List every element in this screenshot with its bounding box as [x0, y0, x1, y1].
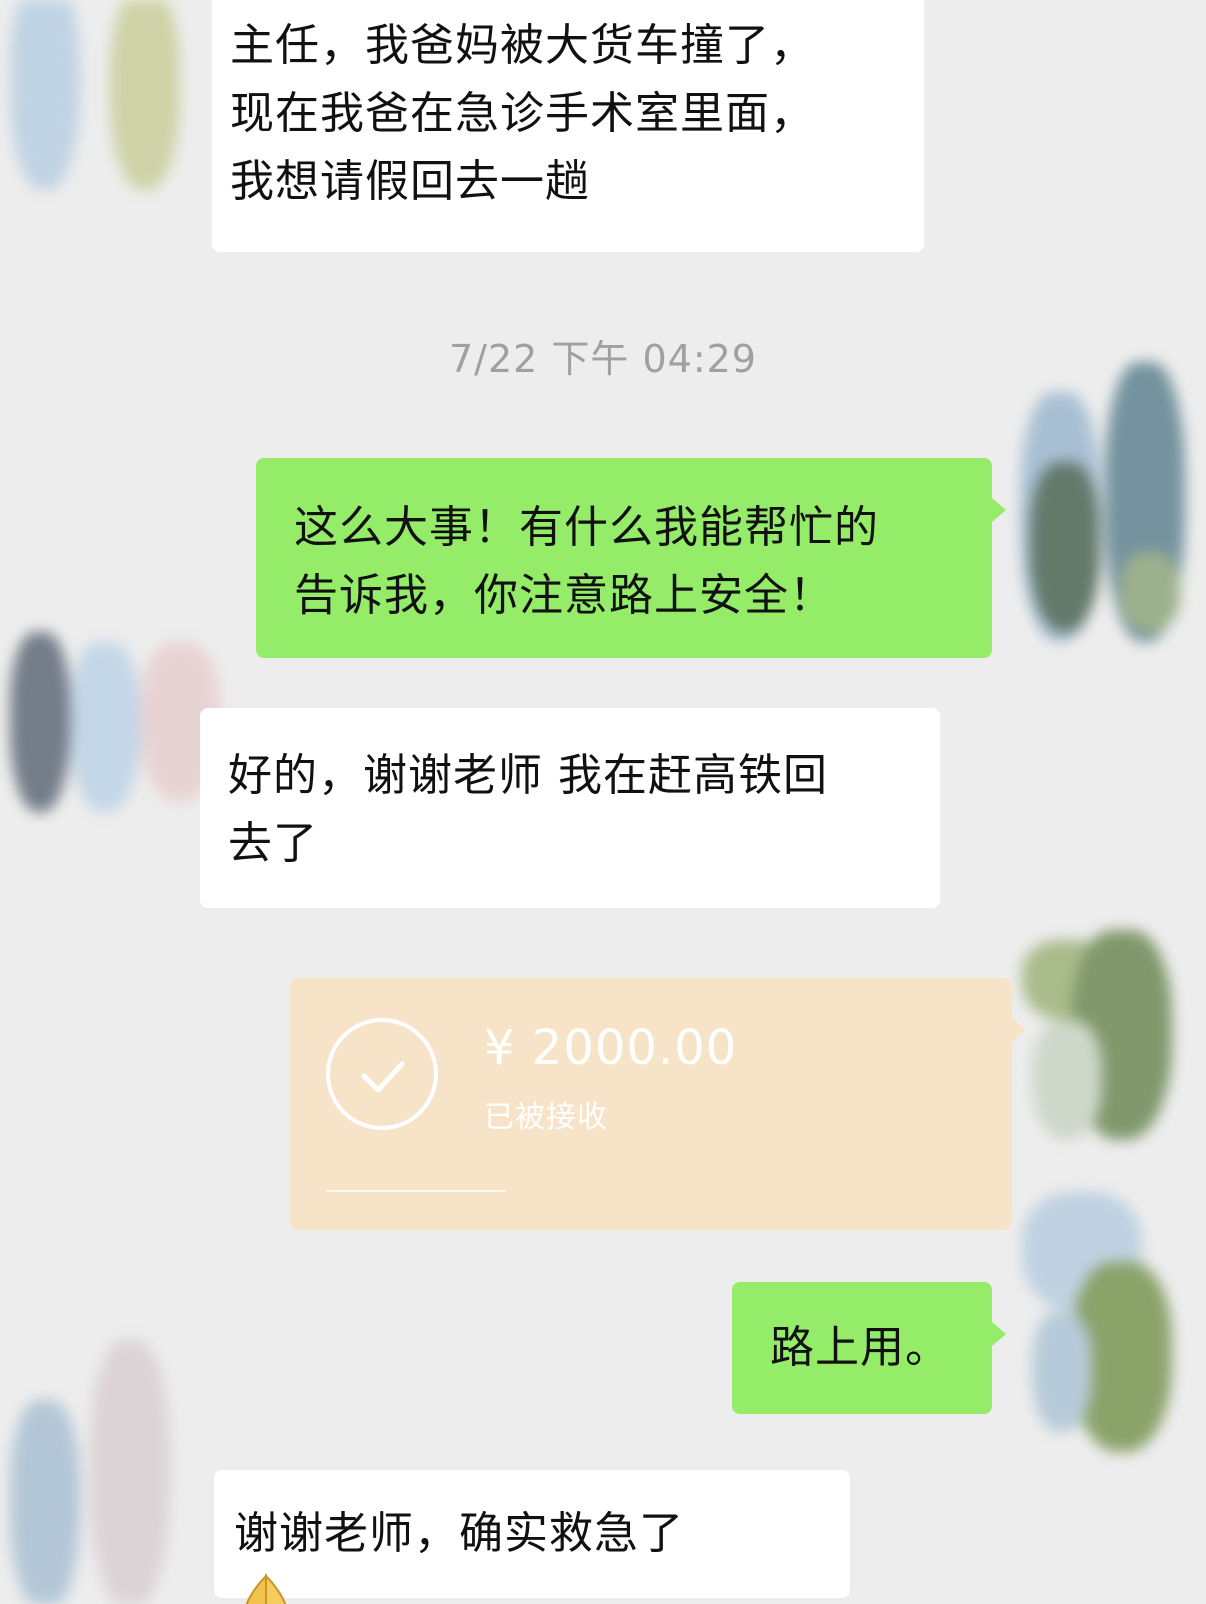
- contact-avatar[interactable]: [0, 1340, 190, 1604]
- self-avatar[interactable]: [1012, 1192, 1206, 1472]
- self-avatar[interactable]: [1010, 352, 1206, 672]
- message-bubble-sent[interactable]: 这么大事！有什么我能帮忙的 告诉我，你注意路上安全！: [256, 458, 1006, 658]
- transfer-amount: ¥ 2000.00: [484, 1020, 738, 1076]
- folded-hands-icon: [238, 1572, 294, 1604]
- transfer-divider: [326, 1190, 506, 1192]
- message-text: 好的，谢谢老师 我在赶高铁回 去了: [228, 750, 828, 869]
- contact-avatar[interactable]: [0, 0, 190, 210]
- message-bubble-received[interactable]: 主任，我爸妈被大货车撞了， 现在我爸在急诊手术室里面， 我想请假回去一趟: [212, 0, 924, 252]
- check-circle-icon: [326, 1018, 438, 1130]
- chat-window: 主任，我爸妈被大货车撞了， 现在我爸在急诊手术室里面， 我想请假回去一趟 7/2…: [0, 0, 1206, 1604]
- message-bubble-received[interactable]: 谢谢老师，确实救急了: [214, 1470, 850, 1604]
- transfer-status: 已被接收: [484, 1100, 608, 1135]
- message-bubble-received[interactable]: 好的，谢谢老师 我在赶高铁回 去了: [200, 708, 940, 908]
- transfer-card[interactable]: ¥ 2000.00 已被接收: [290, 978, 1026, 1230]
- message-text: 谢谢老师，确实救急了: [234, 1508, 684, 1559]
- message-text: 路上用。: [770, 1322, 950, 1373]
- self-avatar[interactable]: [1012, 930, 1206, 1160]
- message-text: 主任，我爸妈被大货车撞了， 现在我爸在急诊手术室里面， 我想请假回去一趟: [230, 20, 815, 207]
- message-text: 这么大事！有什么我能帮忙的 告诉我，你注意路上安全！: [294, 502, 879, 621]
- message-bubble-sent[interactable]: 路上用。: [732, 1282, 1006, 1414]
